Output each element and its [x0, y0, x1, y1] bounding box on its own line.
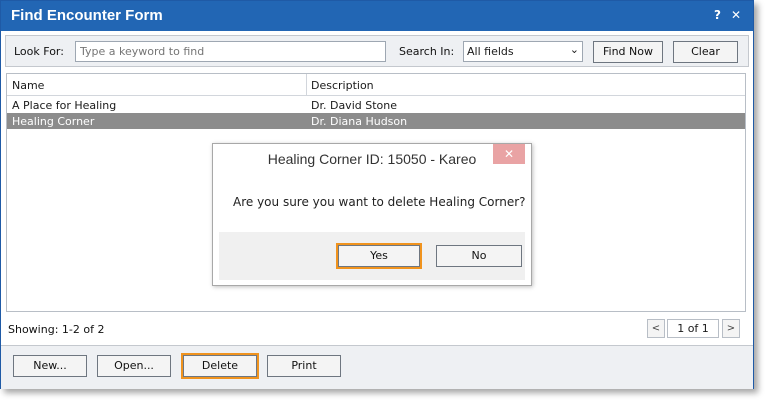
find-now-button[interactable]: Find Now: [593, 41, 663, 63]
confirm-delete-dialog: Healing Corner ID: 15050 - Kareo ✕ Are y…: [212, 143, 532, 286]
showing-count: Showing: 1-2 of 2: [8, 323, 105, 336]
dialog-message: Are you sure you want to delete Healing …: [233, 195, 526, 209]
close-icon[interactable]: ✕: [731, 8, 741, 22]
status-bar: Showing: 1-2 of 2 < 1 of 1 >: [1, 317, 753, 341]
dialog-title: Healing Corner ID: 15050 - Kareo: [267, 151, 477, 167]
dialog-button-bar: Yes No: [219, 232, 525, 280]
chevron-down-icon: ⌄: [569, 43, 579, 56]
row-name: Healing Corner: [12, 115, 95, 128]
row-description: Dr. David Stone: [311, 99, 397, 112]
footer-toolbar: New... Open... Delete Print: [1, 345, 753, 389]
print-button[interactable]: Print: [267, 355, 341, 377]
look-for-label: Look For:: [14, 45, 64, 58]
row-name: A Place for Healing: [12, 99, 117, 112]
search-input[interactable]: [75, 41, 386, 62]
search-in-value: All fields: [467, 45, 514, 58]
clear-button[interactable]: Clear: [673, 41, 738, 63]
page-indicator: 1 of 1: [667, 319, 719, 338]
column-header-description[interactable]: Description: [311, 79, 374, 92]
window-title: Find Encounter Form: [11, 7, 163, 24]
column-divider[interactable]: [306, 74, 307, 96]
search-in-select[interactable]: All fields ⌄: [463, 41, 583, 62]
title-bar: Find Encounter Form ? ✕: [1, 1, 753, 31]
help-icon[interactable]: ?: [714, 8, 721, 22]
column-header-name[interactable]: Name: [12, 79, 44, 92]
no-button[interactable]: No: [436, 245, 522, 267]
previous-page-button[interactable]: <: [647, 319, 665, 338]
dialog-close-icon[interactable]: ✕: [493, 144, 525, 164]
row-description: Dr. Diana Hudson: [311, 115, 408, 128]
yes-button[interactable]: Yes: [336, 243, 422, 269]
search-bar: Look For: Search In: All fields ⌄ Find N…: [5, 35, 749, 67]
delete-button[interactable]: Delete: [181, 353, 259, 379]
new-button[interactable]: New...: [13, 355, 87, 377]
open-button[interactable]: Open...: [97, 355, 171, 377]
table-row-selected[interactable]: Healing Corner Dr. Diana Hudson: [7, 113, 745, 129]
table-header: Name Description: [7, 74, 745, 96]
table-row[interactable]: A Place for Healing Dr. David Stone: [7, 97, 745, 113]
search-in-label: Search In:: [399, 45, 455, 58]
next-page-button[interactable]: >: [722, 319, 740, 338]
